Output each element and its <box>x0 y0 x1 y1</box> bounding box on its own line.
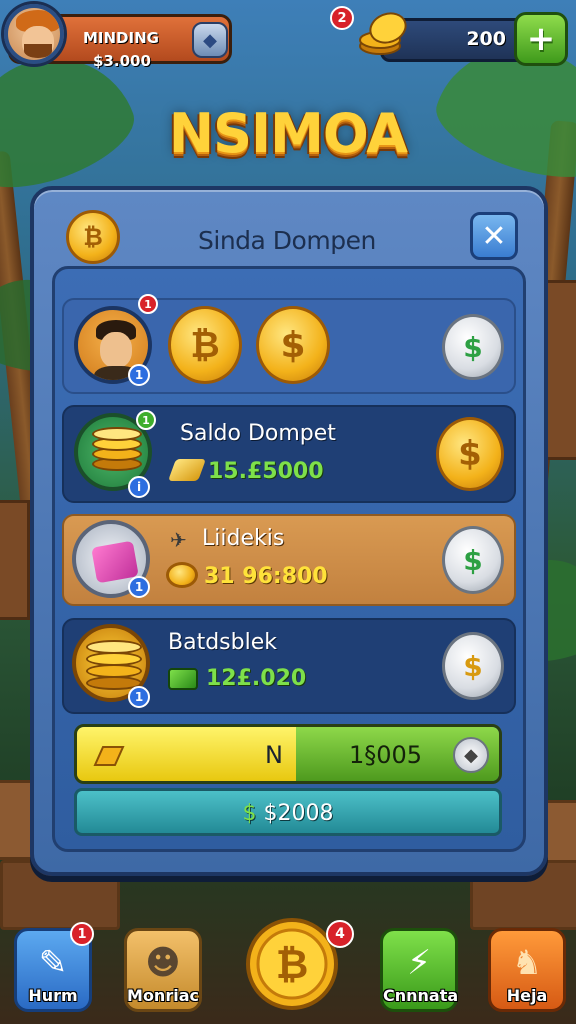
row4-info-badge[interactable]: 1 <box>128 686 150 708</box>
panel-title: Sinda Dompen <box>198 226 376 255</box>
silver-dollar-coin-icon[interactable]: $ <box>442 314 504 380</box>
cash-icon <box>168 668 198 690</box>
nav-cen-button[interactable]: ⚡ Cnnnata <box>380 928 458 1012</box>
gold-bar-icon <box>167 459 207 481</box>
exchange-bar[interactable]: N 1§005 ◆ <box>74 724 502 784</box>
liidekis-value: 31 96:800 <box>204 564 328 589</box>
nav-home-label: Hurm <box>28 986 78 1005</box>
nav-hej-label: Heja <box>506 986 548 1005</box>
coin-count: 200 <box>466 28 506 50</box>
add-coins-button[interactable]: + <box>514 12 568 66</box>
close-button[interactable]: ✕ <box>470 212 518 260</box>
gold-bar-icon <box>93 746 125 766</box>
total-bar[interactable]: $ $2008 <box>74 788 502 836</box>
batdsblek-value: 12£.020 <box>206 666 307 691</box>
coin-stack-icon <box>359 12 407 55</box>
exchange-value: 1§005 <box>349 741 423 769</box>
liidekis-title: Liidekis <box>202 526 285 551</box>
chat-icon[interactable]: ◆ <box>192 22 228 58</box>
diamond-icon[interactable]: ◆ <box>453 737 489 773</box>
nav-mor-label: Monriac <box>127 986 199 1005</box>
exchange-label: N <box>265 741 283 769</box>
character-icon: ☻ <box>145 943 181 983</box>
row1-info-badge[interactable]: 1 <box>128 364 150 386</box>
pouch-icon: ♞ <box>511 943 543 983</box>
panel-coin-icon: ₿ <box>66 210 120 264</box>
silver-dollar-coin-icon[interactable]: $ <box>442 526 504 594</box>
notification-badge[interactable]: 2 <box>330 6 354 30</box>
scroll-icon: ✎ <box>38 943 68 983</box>
row2-notification-badge: 1 <box>136 410 156 430</box>
dollar-coin-icon[interactable]: $ <box>436 417 504 491</box>
nav-mor-button[interactable]: ☻ Monriac <box>124 928 202 1012</box>
svg-text:₿: ₿ <box>276 942 309 988</box>
game-logo: NSIMOA <box>168 102 408 165</box>
nav-cen-label: Cnnnata <box>383 986 459 1005</box>
lightning-icon: ⚡ <box>407 943 431 983</box>
player-money: $3.000 <box>93 52 151 70</box>
player-avatar[interactable] <box>4 4 64 64</box>
money-icon: $ <box>242 801 257 826</box>
total-value: $2008 <box>263 801 334 826</box>
row1-notification-badge: 1 <box>138 294 158 314</box>
saldo-dompet-value: 15.£5000 <box>208 459 324 484</box>
total-value-row: $ $2008 <box>77 801 499 826</box>
plane-icon: ✈ <box>170 528 187 552</box>
row3-info-badge[interactable]: 1 <box>128 576 150 598</box>
silver-dollar-coin-icon[interactable]: $ <box>442 632 504 700</box>
saldo-dompet-title: Saldo Dompet <box>180 421 336 446</box>
small-coin-icon <box>166 562 198 588</box>
center-coin-badge: 4 <box>326 920 354 948</box>
batdsblek-title: Batdsblek <box>168 630 277 655</box>
player-name: MINDING <box>83 29 159 47</box>
row2-info-badge[interactable]: i <box>128 476 150 498</box>
bitcoin-coin-icon: ₿ <box>168 306 242 384</box>
nav-home-badge: 1 <box>70 922 94 946</box>
nav-hej-button[interactable]: ♞ Heja <box>488 928 566 1012</box>
dollar-coin-icon: $ <box>256 306 330 384</box>
